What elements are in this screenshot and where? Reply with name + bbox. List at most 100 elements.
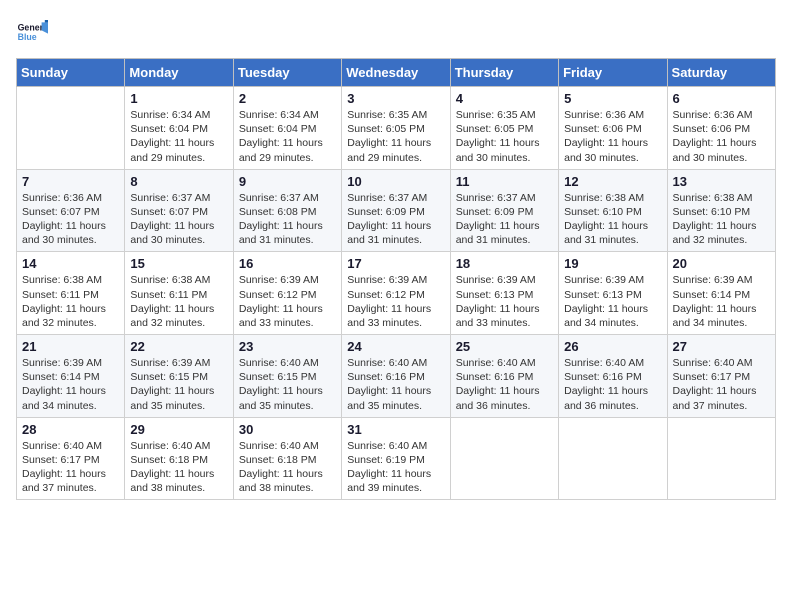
day-number: 3 <box>347 91 444 106</box>
calendar-cell: 3 Sunrise: 6:35 AMSunset: 6:05 PMDaylight… <box>342 87 450 170</box>
calendar-cell: 20Sunrise: 6:39 AMSunset: 6:14 PMDayligh… <box>667 252 775 335</box>
day-number: 14 <box>22 256 119 271</box>
day-number: 1 <box>130 91 227 106</box>
day-info: Sunrise: 6:39 AMSunset: 6:12 PMDaylight:… <box>347 273 444 330</box>
day-number: 20 <box>673 256 770 271</box>
day-number: 13 <box>673 174 770 189</box>
calendar-header-cell: Thursday <box>450 59 558 87</box>
calendar-week-row: 28 Sunrise: 6:40 AMSunset: 6:17 PMDayligh… <box>17 417 776 500</box>
day-info: Sunrise: 6:34 AMSunset: 6:04 PMDaylight:… <box>239 108 336 165</box>
calendar-cell: 15 Sunrise: 6:38 AMSunset: 6:11 PMDayligh… <box>125 252 233 335</box>
calendar-header-cell: Tuesday <box>233 59 341 87</box>
day-info: Sunrise: 6:38 AMSunset: 6:11 PMDaylight:… <box>130 273 227 330</box>
day-info: Sunrise: 6:34 AMSunset: 6:04 PMDaylight:… <box>130 108 227 165</box>
day-number: 18 <box>456 256 553 271</box>
calendar-cell <box>17 87 125 170</box>
calendar-header-cell: Saturday <box>667 59 775 87</box>
calendar-cell: 4 Sunrise: 6:35 AMSunset: 6:05 PMDaylight… <box>450 87 558 170</box>
calendar-cell: 18 Sunrise: 6:39 AMSunset: 6:13 PMDayligh… <box>450 252 558 335</box>
calendar-cell: 27 Sunrise: 6:40 AMSunset: 6:17 PMDayligh… <box>667 335 775 418</box>
calendar-cell: 26 Sunrise: 6:40 AMSunset: 6:16 PMDayligh… <box>559 335 667 418</box>
day-number: 19 <box>564 256 661 271</box>
day-number: 8 <box>130 174 227 189</box>
day-info: Sunrise: 6:38 AMSunset: 6:11 PMDaylight:… <box>22 273 119 330</box>
day-info: Sunrise: 6:39 AMSunset: 6:14 PMDaylight:… <box>22 356 119 413</box>
calendar-cell: 30 Sunrise: 6:40 AMSunset: 6:18 PMDayligh… <box>233 417 341 500</box>
day-number: 29 <box>130 422 227 437</box>
logo-icon: General Blue <box>16 16 48 48</box>
day-info: Sunrise: 6:35 AMSunset: 6:05 PMDaylight:… <box>347 108 444 165</box>
calendar-cell: 21 Sunrise: 6:39 AMSunset: 6:14 PMDayligh… <box>17 335 125 418</box>
day-info: Sunrise: 6:40 AMSunset: 6:17 PMDaylight:… <box>673 356 770 413</box>
day-number: 27 <box>673 339 770 354</box>
day-info: Sunrise: 6:40 AMSunset: 6:15 PMDaylight:… <box>239 356 336 413</box>
day-number: 5 <box>564 91 661 106</box>
day-info: Sunrise: 6:36 AMSunset: 6:06 PMDaylight:… <box>564 108 661 165</box>
day-info: Sunrise: 6:40 AMSunset: 6:16 PMDaylight:… <box>456 356 553 413</box>
day-number: 7 <box>22 174 119 189</box>
day-number: 11 <box>456 174 553 189</box>
day-info: Sunrise: 6:40 AMSunset: 6:18 PMDaylight:… <box>239 439 336 496</box>
calendar-cell: 14 Sunrise: 6:38 AMSunset: 6:11 PMDayligh… <box>17 252 125 335</box>
calendar-cell: 2 Sunrise: 6:34 AMSunset: 6:04 PMDaylight… <box>233 87 341 170</box>
calendar-cell: 25 Sunrise: 6:40 AMSunset: 6:16 PMDayligh… <box>450 335 558 418</box>
day-number: 30 <box>239 422 336 437</box>
day-info: Sunrise: 6:38 AMSunset: 6:10 PMDaylight:… <box>673 191 770 248</box>
calendar-cell: 8 Sunrise: 6:37 AMSunset: 6:07 PMDaylight… <box>125 169 233 252</box>
day-number: 2 <box>239 91 336 106</box>
day-number: 12 <box>564 174 661 189</box>
day-number: 9 <box>239 174 336 189</box>
calendar-cell: 29Sunrise: 6:40 AMSunset: 6:18 PMDayligh… <box>125 417 233 500</box>
day-info: Sunrise: 6:35 AMSunset: 6:05 PMDaylight:… <box>456 108 553 165</box>
day-info: Sunrise: 6:37 AMSunset: 6:09 PMDaylight:… <box>347 191 444 248</box>
calendar-header-row: SundayMondayTuesdayWednesdayThursdayFrid… <box>17 59 776 87</box>
calendar-week-row: 1 Sunrise: 6:34 AMSunset: 6:04 PMDaylight… <box>17 87 776 170</box>
day-info: Sunrise: 6:40 AMSunset: 6:16 PMDaylight:… <box>347 356 444 413</box>
calendar-cell: 16 Sunrise: 6:39 AMSunset: 6:12 PMDayligh… <box>233 252 341 335</box>
calendar-cell: 5 Sunrise: 6:36 AMSunset: 6:06 PMDaylight… <box>559 87 667 170</box>
calendar-cell: 28 Sunrise: 6:40 AMSunset: 6:17 PMDayligh… <box>17 417 125 500</box>
calendar-header-cell: Monday <box>125 59 233 87</box>
calendar-cell: 24 Sunrise: 6:40 AMSunset: 6:16 PMDayligh… <box>342 335 450 418</box>
calendar-cell: 11 Sunrise: 6:37 AMSunset: 6:09 PMDayligh… <box>450 169 558 252</box>
calendar-cell: 23 Sunrise: 6:40 AMSunset: 6:15 PMDayligh… <box>233 335 341 418</box>
day-info: Sunrise: 6:40 AMSunset: 6:17 PMDaylight:… <box>22 439 119 496</box>
calendar-cell: 7 Sunrise: 6:36 AMSunset: 6:07 PMDaylight… <box>17 169 125 252</box>
day-number: 28 <box>22 422 119 437</box>
day-info: Sunrise: 6:36 AMSunset: 6:07 PMDaylight:… <box>22 191 119 248</box>
calendar-cell: 6Sunrise: 6:36 AMSunset: 6:06 PMDaylight… <box>667 87 775 170</box>
day-number: 22 <box>130 339 227 354</box>
day-number: 15 <box>130 256 227 271</box>
calendar-cell: 9 Sunrise: 6:37 AMSunset: 6:08 PMDaylight… <box>233 169 341 252</box>
day-number: 17 <box>347 256 444 271</box>
day-number: 4 <box>456 91 553 106</box>
calendar-cell <box>667 417 775 500</box>
day-info: Sunrise: 6:39 AMSunset: 6:13 PMDaylight:… <box>456 273 553 330</box>
day-info: Sunrise: 6:37 AMSunset: 6:08 PMDaylight:… <box>239 191 336 248</box>
day-number: 16 <box>239 256 336 271</box>
calendar-cell <box>559 417 667 500</box>
day-info: Sunrise: 6:37 AMSunset: 6:09 PMDaylight:… <box>456 191 553 248</box>
day-info: Sunrise: 6:39 AMSunset: 6:13 PMDaylight:… <box>564 273 661 330</box>
calendar-header-cell: Wednesday <box>342 59 450 87</box>
svg-text:Blue: Blue <box>18 32 37 42</box>
day-info: Sunrise: 6:37 AMSunset: 6:07 PMDaylight:… <box>130 191 227 248</box>
page-header: General Blue <box>16 16 776 48</box>
day-info: Sunrise: 6:39 AMSunset: 6:12 PMDaylight:… <box>239 273 336 330</box>
day-info: Sunrise: 6:39 AMSunset: 6:15 PMDaylight:… <box>130 356 227 413</box>
day-number: 26 <box>564 339 661 354</box>
day-info: Sunrise: 6:36 AMSunset: 6:06 PMDaylight:… <box>673 108 770 165</box>
calendar-cell: 12Sunrise: 6:38 AMSunset: 6:10 PMDayligh… <box>559 169 667 252</box>
day-number: 21 <box>22 339 119 354</box>
calendar-cell: 22 Sunrise: 6:39 AMSunset: 6:15 PMDayligh… <box>125 335 233 418</box>
calendar-cell: 19 Sunrise: 6:39 AMSunset: 6:13 PMDayligh… <box>559 252 667 335</box>
day-number: 24 <box>347 339 444 354</box>
day-number: 31 <box>347 422 444 437</box>
day-info: Sunrise: 6:40 AMSunset: 6:16 PMDaylight:… <box>564 356 661 413</box>
day-info: Sunrise: 6:40 AMSunset: 6:19 PMDaylight:… <box>347 439 444 496</box>
calendar-header-cell: Friday <box>559 59 667 87</box>
day-number: 25 <box>456 339 553 354</box>
calendar-cell: 1 Sunrise: 6:34 AMSunset: 6:04 PMDaylight… <box>125 87 233 170</box>
day-number: 10 <box>347 174 444 189</box>
day-number: 23 <box>239 339 336 354</box>
